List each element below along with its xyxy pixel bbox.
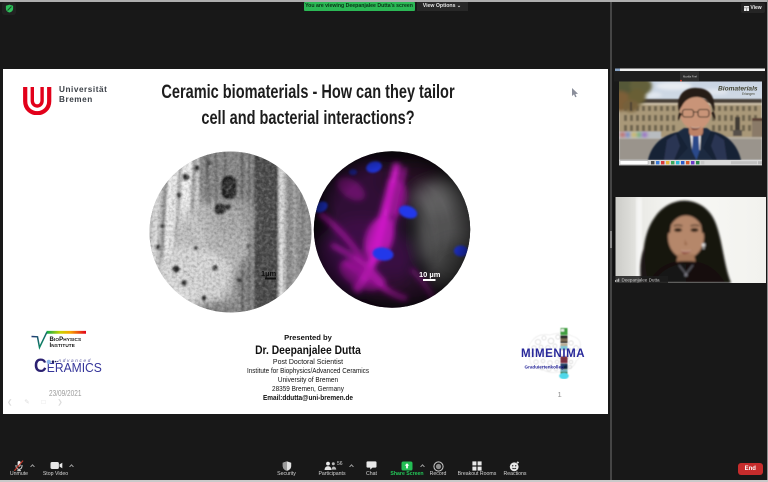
svg-text:Mozilla Firef: Mozilla Firef [683, 75, 697, 79]
svg-text:Deepanjalee Dutta: Deepanjalee Dutta [621, 277, 659, 282]
svg-text:1µm: 1µm [261, 269, 276, 278]
svg-text:Erlangen: Erlangen [742, 92, 755, 96]
svg-text:MIMENIMA: MIMENIMA [521, 348, 585, 360]
svg-text:10 µm: 10 µm [419, 270, 441, 279]
svg-text:Graduiertenkolleg: Graduiertenkolleg [525, 365, 565, 370]
